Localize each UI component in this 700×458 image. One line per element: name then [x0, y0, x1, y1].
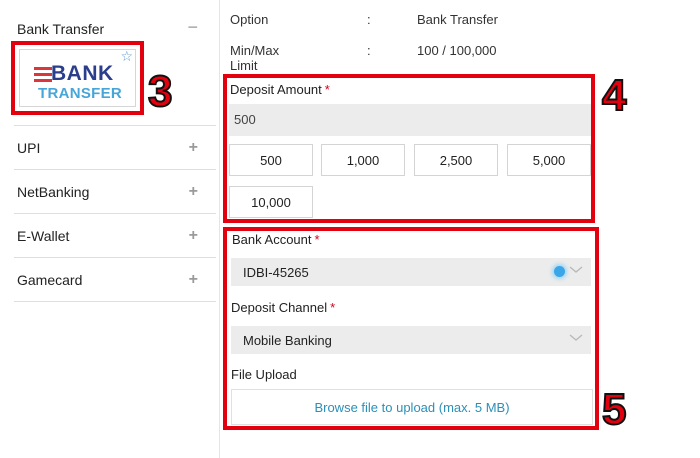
bank-stripes-icon	[34, 67, 52, 82]
method-upi[interactable]: UPI +	[14, 126, 216, 170]
required-marker: *	[330, 300, 336, 315]
expand-icon[interactable]: +	[189, 139, 198, 157]
favorite-star-icon: ☆	[120, 48, 133, 64]
preset-amount-10000[interactable]: 10,000	[229, 186, 313, 218]
required-marker: *	[324, 82, 330, 97]
deposit-amount-input[interactable]: 500	[229, 104, 591, 136]
chevron-down-icon	[569, 334, 583, 341]
file-upload-label: File Upload	[231, 367, 297, 382]
option-value: Bank Transfer	[417, 12, 498, 27]
callout-number-3: 3	[147, 67, 174, 116]
bank-transfer-logo[interactable]: BANK TRANSFER ☆	[19, 48, 136, 107]
logo-transfer-text: TRANSFER	[38, 85, 123, 102]
logo-bank-text: BANK	[51, 62, 114, 85]
preset-amount-5000[interactable]: 5,000	[507, 144, 591, 176]
limit-value: 100 / 100,000	[417, 43, 497, 58]
method-netbanking-label: NetBanking	[17, 183, 90, 200]
preset-amount-500[interactable]: 500	[229, 144, 313, 176]
loading-indicator-icon	[554, 266, 565, 277]
method-gamecard[interactable]: Gamecard +	[14, 258, 216, 302]
deposit-amount-label-text: Deposit Amount	[230, 82, 322, 97]
method-bank-transfer-label: Bank Transfer	[17, 21, 105, 37]
bank-account-label: Bank Account *	[232, 232, 320, 247]
bank-account-select[interactable]: IDBI-45265	[231, 258, 591, 286]
bank-account-label-text: Bank Account	[232, 232, 312, 247]
callout-number-5: 5	[601, 385, 628, 434]
preset-amount-2500[interactable]: 2,500	[414, 144, 498, 176]
deposit-channel-label-text: Deposit Channel	[231, 300, 328, 315]
browse-file-button[interactable]: Browse file to upload (max. 5 MB)	[231, 389, 593, 425]
required-marker: *	[314, 232, 320, 247]
method-upi-label: UPI	[17, 139, 41, 156]
limit-label: Min/Max Limit	[230, 43, 280, 73]
option-label: Option	[230, 12, 269, 27]
preset-amount-1000[interactable]: 1,000	[321, 144, 405, 176]
expand-icon[interactable]: +	[189, 227, 198, 245]
expand-icon[interactable]: +	[189, 271, 198, 289]
bank-account-value: IDBI-45265	[243, 265, 309, 280]
callout-number-4: 4	[601, 71, 628, 120]
deposit-channel-value: Mobile Banking	[243, 333, 332, 348]
collapse-icon[interactable]: −	[187, 17, 198, 38]
limit-separator: :	[367, 43, 371, 58]
method-ewallet-label: E-Wallet	[17, 227, 70, 244]
method-gamecard-label: Gamecard	[17, 271, 83, 288]
bank-transfer-logo-highlight: BANK TRANSFER ☆	[11, 41, 144, 115]
option-separator: :	[367, 12, 371, 27]
chevron-down-icon	[569, 266, 583, 273]
deposit-channel-select[interactable]: Mobile Banking	[231, 326, 591, 354]
deposit-channel-label: Deposit Channel *	[231, 300, 335, 315]
method-netbanking[interactable]: NetBanking +	[14, 170, 216, 214]
deposit-amount-label: Deposit Amount *	[230, 82, 330, 97]
expand-icon[interactable]: +	[189, 183, 198, 201]
method-ewallet[interactable]: E-Wallet +	[14, 214, 216, 258]
